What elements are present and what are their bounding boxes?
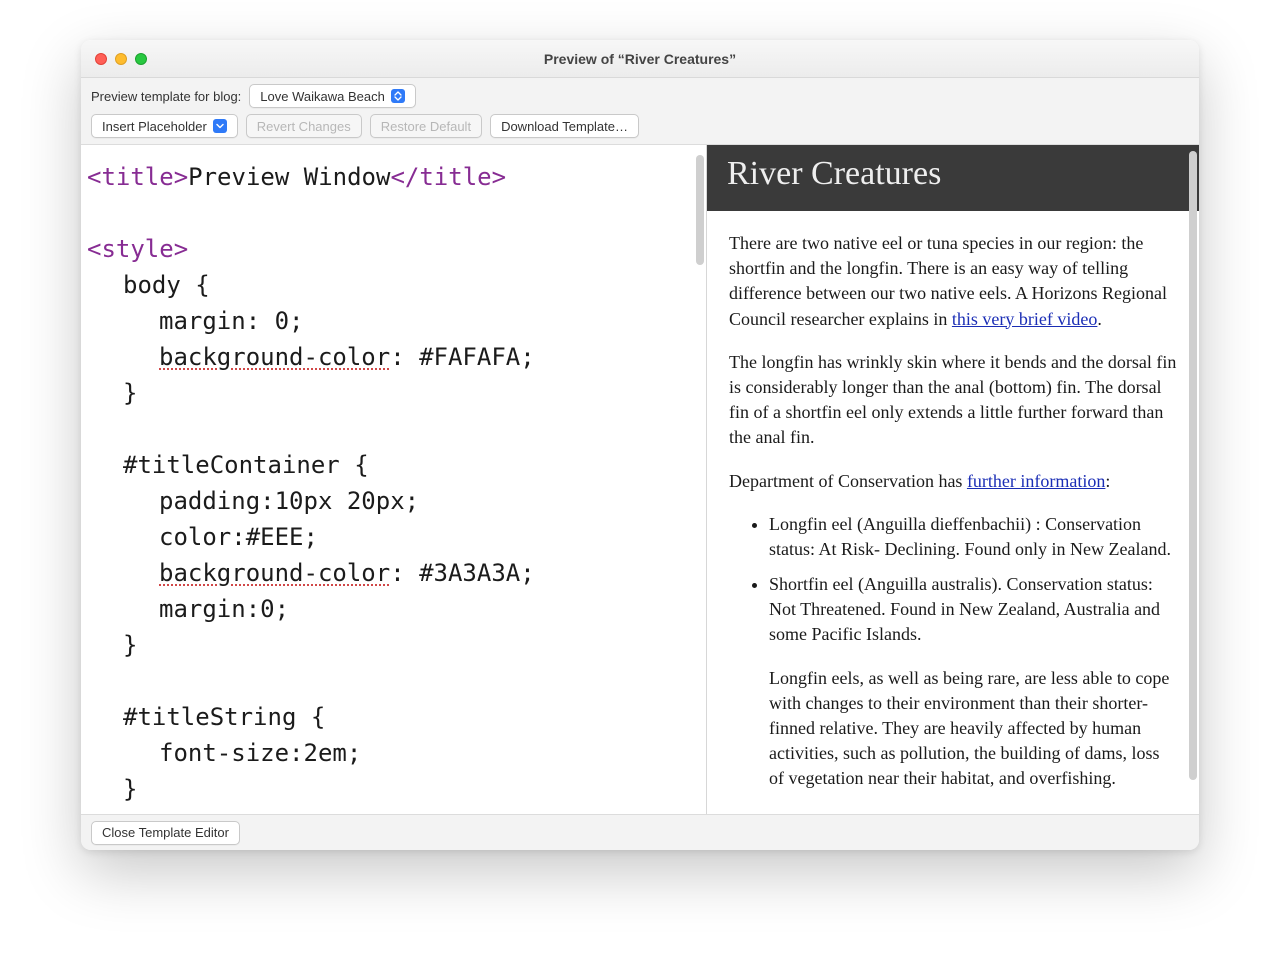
toolbar: Preview template for blog: Love Waikawa … bbox=[81, 78, 1199, 145]
list-item: Shortfin eel (Anguilla australis). Conse… bbox=[769, 572, 1177, 792]
close-template-editor-button[interactable]: Close Template Editor bbox=[91, 821, 240, 845]
insert-placeholder-button[interactable]: Insert Placeholder bbox=[91, 114, 238, 138]
code-line: <title>Preview Window</title> bbox=[87, 159, 694, 195]
close-window-button[interactable] bbox=[95, 53, 107, 65]
code-line: background-color: #FAFAFA; bbox=[87, 339, 694, 375]
blog-select-popup[interactable]: Love Waikawa Beach bbox=[249, 84, 416, 108]
code-line: background-color: #3A3A3A; bbox=[87, 555, 694, 591]
preview-body: There are two native eel or tuna species… bbox=[707, 211, 1199, 814]
minimize-window-button[interactable] bbox=[115, 53, 127, 65]
preview-pane[interactable]: River Creatures There are two native eel… bbox=[707, 145, 1199, 814]
window-title: Preview of “River Creatures” bbox=[81, 51, 1199, 67]
content-split: <title>Preview Window</title> <style>bod… bbox=[81, 145, 1199, 814]
code-line: padding:10px 20px; bbox=[87, 483, 694, 519]
preview-list: Longfin eel (Anguilla dieffenbachii) : C… bbox=[729, 512, 1177, 792]
code-line: } bbox=[87, 627, 694, 663]
code-line bbox=[87, 411, 694, 447]
window-traffic-lights bbox=[95, 53, 147, 65]
code-line: color:#EEE; bbox=[87, 519, 694, 555]
code-line: #titleContainer { bbox=[87, 447, 694, 483]
editor-scrollbar[interactable] bbox=[696, 155, 704, 265]
footer: Close Template Editor bbox=[81, 814, 1199, 850]
preview-paragraph-2: The longfin has wrinkly skin where it be… bbox=[729, 350, 1177, 451]
template-code-editor[interactable]: <title>Preview Window</title> <style>bod… bbox=[81, 145, 706, 814]
preview-link-video[interactable]: this very brief video bbox=[952, 309, 1097, 329]
code-line: margin: 0; bbox=[87, 303, 694, 339]
preview-paragraph-3: Department of Conservation has further i… bbox=[729, 469, 1177, 494]
insert-placeholder-label: Insert Placeholder bbox=[102, 119, 207, 134]
code-line: body { bbox=[87, 267, 694, 303]
preview-link-further-info[interactable]: further information bbox=[967, 471, 1105, 491]
code-line: } bbox=[87, 771, 694, 807]
code-line bbox=[87, 663, 694, 699]
restore-default-button[interactable]: Restore Default bbox=[370, 114, 482, 138]
preview-title-container: River Creatures bbox=[707, 145, 1199, 211]
preview-li2-extra: Longfin eels, as well as being rare, are… bbox=[769, 666, 1177, 792]
code-line: #titleString { bbox=[87, 699, 694, 735]
preview-paragraph-1: There are two native eel or tuna species… bbox=[729, 231, 1177, 332]
preview-scrollbar[interactable] bbox=[1189, 151, 1197, 780]
chevron-down-icon bbox=[213, 119, 227, 133]
code-line: margin:0; bbox=[87, 591, 694, 627]
zoom-window-button[interactable] bbox=[135, 53, 147, 65]
code-line bbox=[87, 195, 694, 231]
code-line: <style> bbox=[87, 231, 694, 267]
download-template-button[interactable]: Download Template… bbox=[490, 114, 639, 138]
revert-changes-button[interactable]: Revert Changes bbox=[246, 114, 362, 138]
template-for-blog-label: Preview template for blog: bbox=[91, 89, 241, 104]
window: Preview of “River Creatures” Preview tem… bbox=[81, 40, 1199, 850]
blog-select-value: Love Waikawa Beach bbox=[260, 89, 385, 104]
list-item: Longfin eel (Anguilla dieffenbachii) : C… bbox=[769, 512, 1177, 562]
preview-title: River Creatures bbox=[727, 155, 1179, 193]
code-line: font-size:2em; bbox=[87, 735, 694, 771]
chevron-updown-icon bbox=[391, 89, 405, 103]
code-line: } bbox=[87, 375, 694, 411]
titlebar: Preview of “River Creatures” bbox=[81, 40, 1199, 78]
